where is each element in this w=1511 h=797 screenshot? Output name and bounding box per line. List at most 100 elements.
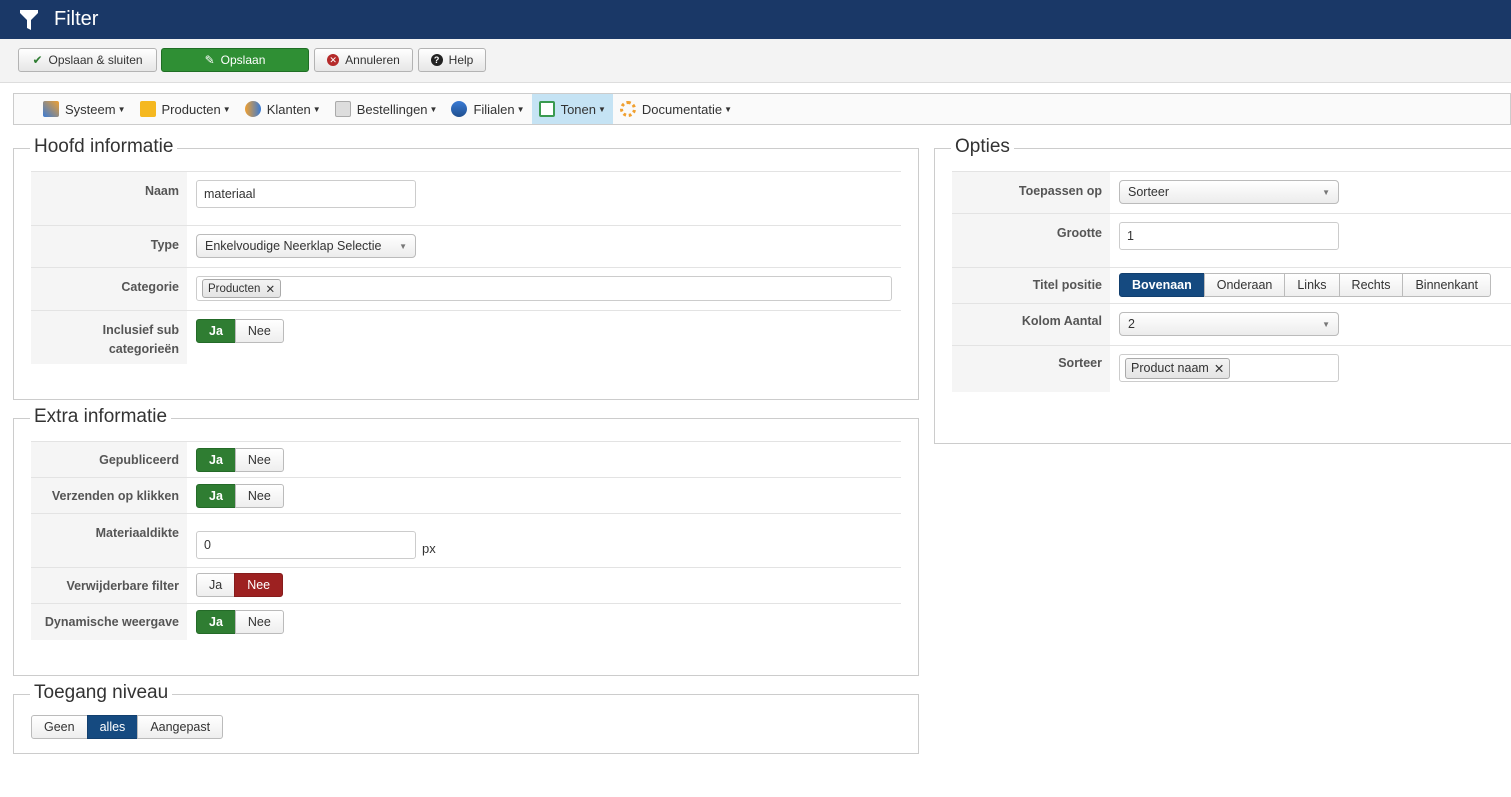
row-gepubliceerd: Gepubliceerd Ja Nee <box>31 442 901 478</box>
label: Kolom Aantal <box>952 304 1110 345</box>
caret-down-icon: ▼ <box>312 104 321 114</box>
tools-icon <box>43 101 59 117</box>
legend: Opties <box>951 136 1014 158</box>
row-grootte: Grootte 1 <box>952 214 1511 268</box>
remove-icon[interactable]: ✕ <box>265 282 275 296</box>
check-icon: ✔ <box>32 53 43 67</box>
label: Type <box>31 226 187 267</box>
main-info-fieldset: Hoofd informatie Naam materiaal Type Enk… <box>13 136 919 400</box>
menu-filialen[interactable]: Filialen ▼ <box>444 94 531 124</box>
legend: Hoofd informatie <box>30 136 178 158</box>
row-sub: Inclusief sub categorieën Ja Nee <box>31 311 901 364</box>
remove-icon[interactable]: ✕ <box>1214 361 1224 376</box>
row-verzenden: Verzenden op klikken Ja Nee <box>31 478 901 514</box>
toepassen-select[interactable]: Sorteer ▼ <box>1119 180 1339 204</box>
menu-documentatie[interactable]: Documentatie ▼ <box>613 94 739 124</box>
filter-icon <box>18 9 40 30</box>
row-sorteer: Sorteer Product naam ✕ <box>952 346 1511 392</box>
caret-down-icon: ▼ <box>222 104 231 114</box>
edit-icon: ✎ <box>204 53 215 67</box>
help-button[interactable]: ? Help <box>418 48 486 72</box>
titel-option[interactable]: Links <box>1284 273 1340 297</box>
label: Categorie <box>31 268 187 310</box>
yes-option[interactable]: Ja <box>196 573 236 597</box>
type-select[interactable]: Enkelvoudige Neerklap Selectie ▼ <box>196 234 416 258</box>
menu-producten[interactable]: Producten ▼ <box>133 94 238 124</box>
dynamisch-toggle[interactable]: Ja Nee <box>196 610 284 634</box>
access-fieldset: Toegang niveau Geen alles Aangepast <box>13 682 919 754</box>
label: Dynamische weergave <box>31 604 187 640</box>
no-option[interactable]: Nee <box>234 319 284 343</box>
access-option[interactable]: Geen <box>31 715 88 739</box>
categorie-input[interactable]: Producten ✕ <box>196 276 892 301</box>
access-option[interactable]: alles <box>86 715 139 739</box>
materiaaldikte-input[interactable]: 0 <box>196 531 416 559</box>
caret-down-icon: ▼ <box>724 104 733 114</box>
sorteer-input[interactable]: Product naam ✕ <box>1119 354 1339 382</box>
label: Titel positie <box>952 268 1110 303</box>
row-materiaaldikte: Materiaaldikte 0 px <box>31 514 901 568</box>
titel-positie-group[interactable]: Bovenaan Onderaan Links Rechts Binnenkan… <box>1119 273 1492 297</box>
box-icon <box>139 101 156 117</box>
menu-tonen[interactable]: Tonen ▼ <box>531 94 613 124</box>
verzenden-toggle[interactable]: Ja Nee <box>196 484 284 508</box>
label: Gepubliceerd <box>31 442 187 477</box>
page-title: Filter <box>54 8 99 30</box>
label: Materiaaldikte <box>31 514 187 567</box>
row-type: Type Enkelvoudige Neerklap Selectie ▼ <box>31 226 901 268</box>
legend: Toegang niveau <box>30 682 173 704</box>
no-option[interactable]: Nee <box>234 484 284 508</box>
row-toepassen: Toepassen op Sorteer ▼ <box>952 172 1511 214</box>
options-fieldset: Opties Toepassen op Sorteer ▼ Grootte 1 T… <box>934 136 1511 444</box>
access-option[interactable]: Aangepast <box>137 715 224 739</box>
chevron-down-icon: ▼ <box>1322 319 1330 329</box>
display-icon <box>538 101 555 117</box>
access-level-group[interactable]: Geen alles Aangepast <box>31 715 224 739</box>
label: Naam <box>31 172 187 225</box>
yes-option[interactable]: Ja <box>196 484 236 508</box>
stores-icon <box>451 101 468 117</box>
chevron-down-icon: ▼ <box>1322 187 1330 197</box>
menu-systeem[interactable]: Systeem ▼ <box>36 94 133 124</box>
save-close-button[interactable]: ✔ Opslaan & sluiten <box>18 48 157 72</box>
main-menu: Systeem ▼ Producten ▼ Klanten ▼ Bestellinge… <box>13 93 1511 125</box>
label: Verwijderbare filter <box>31 568 187 603</box>
save-button[interactable]: ✎ Opslaan <box>161 48 309 72</box>
gepubliceerd-toggle[interactable]: Ja Nee <box>196 448 284 472</box>
cancel-icon: ✕ <box>327 54 340 66</box>
titel-option[interactable]: Onderaan <box>1203 273 1286 297</box>
row-naam: Naam materiaal <box>31 172 901 226</box>
extra-info-fieldset: Extra informatie Gepubliceerd Ja Nee Verz… <box>13 406 919 676</box>
label: Inclusief sub categorieën <box>31 311 187 364</box>
menu-bestellingen[interactable]: Bestellingen ▼ <box>328 94 445 124</box>
kolom-select[interactable]: 2 ▼ <box>1119 312 1339 336</box>
cancel-button[interactable]: ✕ Annuleren <box>314 48 413 72</box>
titel-option[interactable]: Binnenkant <box>1402 273 1492 297</box>
row-titel-positie: Titel positie Bovenaan Onderaan Links Re… <box>952 268 1511 304</box>
orders-icon <box>334 101 351 117</box>
row-categorie: Categorie Producten ✕ <box>31 268 901 311</box>
yes-option[interactable]: Ja <box>196 448 236 472</box>
toolbar: ✔ Opslaan & sluiten ✎ Opslaan ✕ Annuleren ?… <box>0 39 1511 83</box>
grootte-input[interactable]: 1 <box>1119 222 1339 250</box>
label: Grootte <box>952 214 1110 267</box>
titel-option[interactable]: Bovenaan <box>1119 273 1205 297</box>
no-option[interactable]: Nee <box>234 610 284 634</box>
caret-down-icon: ▼ <box>516 104 525 114</box>
tag: Product naam ✕ <box>1125 357 1231 379</box>
naam-input[interactable]: materiaal <box>196 180 416 208</box>
legend: Extra informatie <box>30 406 172 428</box>
chevron-down-icon: ▼ <box>399 241 407 251</box>
no-option[interactable]: Nee <box>234 573 284 597</box>
yes-option[interactable]: Ja <box>196 610 236 634</box>
yes-option[interactable]: Ja <box>196 319 236 343</box>
caret-down-icon: ▼ <box>597 104 606 114</box>
verwijderbaar-toggle[interactable]: Ja Nee <box>196 573 284 597</box>
help-ring-icon <box>619 101 636 117</box>
label: Sorteer <box>952 346 1110 392</box>
sub-toggle[interactable]: Ja Nee <box>196 319 284 343</box>
titel-option[interactable]: Rechts <box>1338 273 1404 297</box>
no-option[interactable]: Nee <box>234 448 284 472</box>
menu-klanten[interactable]: Klanten ▼ <box>238 94 328 124</box>
caret-down-icon: ▼ <box>117 104 126 114</box>
